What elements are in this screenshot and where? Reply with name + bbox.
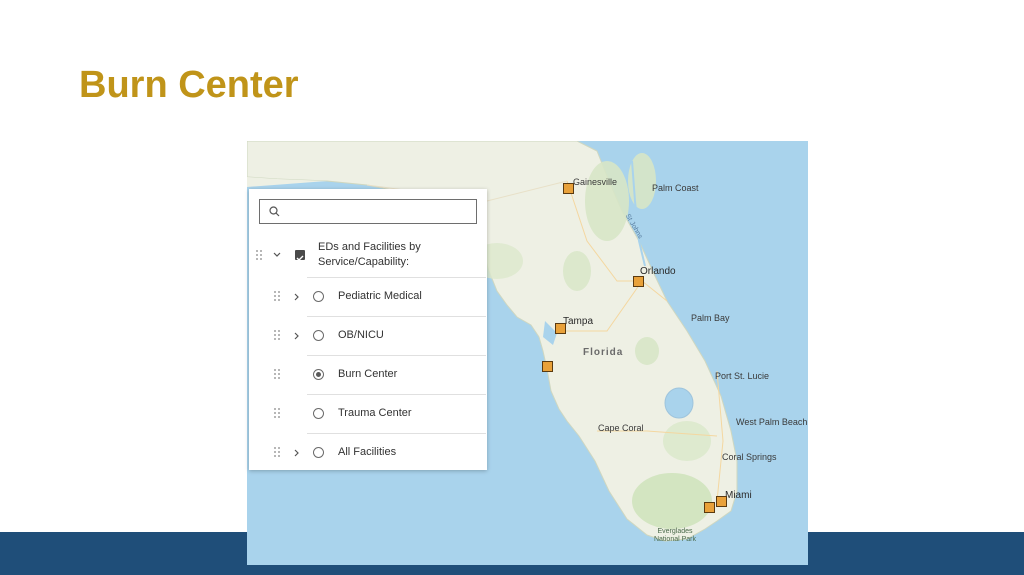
park-label-line1: Everglades xyxy=(657,528,693,535)
layer-radio-pediatric-medical[interactable] xyxy=(313,291,324,302)
city-label-west-palm-beach: West Palm Beach xyxy=(736,417,808,427)
layer-row-ob-nicu[interactable] xyxy=(307,316,486,355)
search-icon xyxy=(269,206,280,217)
park-label-line2: National Park xyxy=(653,536,697,543)
checkmark-icon xyxy=(296,255,304,261)
city-label-orlando: Orlando xyxy=(640,266,676,277)
layer-label-trauma-center: Trauma Center xyxy=(338,407,412,419)
chevron-down-icon[interactable] xyxy=(273,252,281,258)
layer-row-all-facilities[interactable] xyxy=(307,433,486,472)
city-label-gainesville: Gainesville xyxy=(573,177,618,187)
park-label-everglades: Everglades National Park xyxy=(645,528,705,544)
layer-label-burn-center: Burn Center xyxy=(338,368,398,380)
chevron-right-icon[interactable] xyxy=(294,449,300,457)
city-label-miami: Miami xyxy=(725,490,752,501)
drag-handle-icon[interactable] xyxy=(256,250,264,262)
layer-label-pediatric-medical: Pediatric Medical xyxy=(338,290,422,302)
layer-list-panel: EDs and Facilities by Service/Capability… xyxy=(249,189,487,470)
slide-title: Burn Center xyxy=(79,64,299,106)
drag-handle-icon[interactable] xyxy=(274,447,282,459)
city-label-tampa: Tampa xyxy=(563,316,594,327)
chevron-right-icon[interactable] xyxy=(294,332,300,340)
layer-label-all-facilities: All Facilities xyxy=(338,446,397,458)
group-checkbox[interactable] xyxy=(295,250,305,261)
city-label-cape-coral: Cape Coral xyxy=(598,423,644,433)
group-label: EDs and Facilities by Service/Capability… xyxy=(318,241,421,268)
chevron-right-icon[interactable] xyxy=(294,293,300,301)
layer-radio-burn-center[interactable] xyxy=(313,369,324,380)
city-label-coral-springs: Coral Springs xyxy=(722,452,777,462)
city-label-palm-coast: Palm Coast xyxy=(652,183,699,193)
drag-handle-icon[interactable] xyxy=(274,330,282,342)
layer-search-input[interactable] xyxy=(286,202,474,221)
facility-marker-gainesville[interactable] xyxy=(563,183,574,194)
drag-handle-icon[interactable] xyxy=(274,369,282,381)
facility-marker-orlando[interactable] xyxy=(633,276,644,287)
layer-radio-all-facilities[interactable] xyxy=(313,447,324,458)
facility-marker-miami-1[interactable] xyxy=(704,502,715,513)
facility-marker-miami-2[interactable] xyxy=(716,496,727,507)
drag-handle-icon[interactable] xyxy=(274,408,282,420)
facility-marker-st-petersburg[interactable] xyxy=(542,361,553,372)
city-label-port-st-lucie: Port St. Lucie xyxy=(715,371,770,381)
facility-marker-tampa[interactable] xyxy=(555,323,566,334)
state-label-florida: Florida xyxy=(583,347,624,358)
layer-radio-trauma-center[interactable] xyxy=(313,408,324,419)
drag-handle-icon[interactable] xyxy=(274,291,282,303)
layer-radio-ob-nicu[interactable] xyxy=(313,330,324,341)
layer-search-box[interactable] xyxy=(259,199,477,224)
layer-label-ob-nicu: OB/NICU xyxy=(338,329,384,341)
city-label-palm-bay: Palm Bay xyxy=(691,313,730,323)
